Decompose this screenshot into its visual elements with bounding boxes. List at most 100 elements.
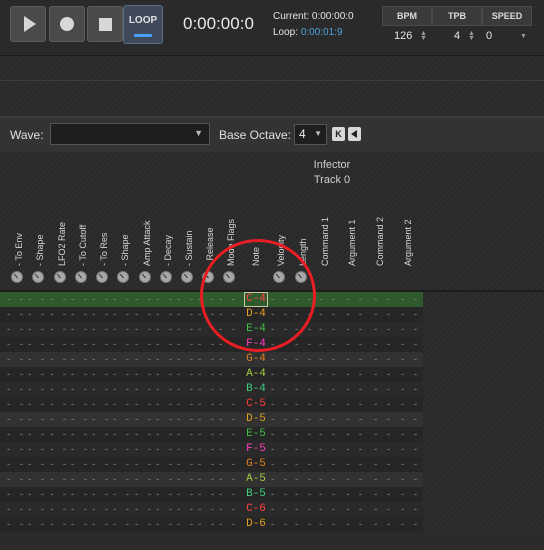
empty-cell[interactable]: - - — [49, 415, 68, 425]
empty-cell[interactable]: - - — [400, 325, 419, 335]
parameter-knob[interactable] — [160, 271, 172, 283]
empty-cell[interactable]: - - — [318, 415, 337, 425]
parameter-knob[interactable] — [75, 271, 87, 283]
pattern-row[interactable]: - -- -- -- -- -- -- -- -- -- -- -- -- --… — [0, 487, 423, 502]
empty-cell[interactable]: - - — [27, 385, 46, 395]
empty-cell[interactable]: - - — [345, 460, 364, 470]
empty-cell[interactable]: - - — [49, 445, 68, 455]
empty-cell[interactable]: - - — [270, 400, 289, 410]
empty-cell[interactable]: - - — [155, 460, 174, 470]
empty-cell[interactable]: - - — [176, 475, 195, 485]
empty-cell[interactable]: - - — [294, 490, 313, 500]
empty-cell[interactable]: - - — [70, 490, 89, 500]
empty-cell[interactable]: - - — [155, 385, 174, 395]
empty-cell[interactable]: - - — [176, 415, 195, 425]
empty-cell[interactable]: - - — [294, 355, 313, 365]
pattern-row[interactable]: - -- -- -- -- -- -- -- -- -- -- -- -- --… — [0, 427, 423, 442]
empty-cell[interactable]: - - — [270, 460, 289, 470]
empty-cell[interactable]: - - — [27, 475, 46, 485]
empty-cell[interactable]: - - — [197, 430, 216, 440]
empty-cell[interactable]: - - — [294, 460, 313, 470]
empty-cell[interactable]: - - — [49, 340, 68, 350]
empty-cell[interactable]: - - — [134, 415, 153, 425]
empty-cell[interactable]: - - — [197, 385, 216, 395]
empty-cell[interactable]: - - — [197, 475, 216, 485]
empty-cell[interactable]: - - — [373, 505, 392, 515]
empty-cell[interactable]: - - — [49, 295, 68, 305]
empty-cell[interactable]: - - — [70, 325, 89, 335]
note-cell[interactable]: C-6 — [244, 502, 268, 517]
empty-cell[interactable]: - - — [318, 460, 337, 470]
empty-cell[interactable]: - - — [27, 310, 46, 320]
empty-cell[interactable]: - - — [373, 340, 392, 350]
empty-cell[interactable]: - - — [373, 385, 392, 395]
empty-cell[interactable]: - - — [218, 355, 237, 365]
empty-cell[interactable]: - - — [6, 370, 25, 380]
empty-cell[interactable]: - - — [345, 505, 364, 515]
empty-cell[interactable]: - - — [134, 325, 153, 335]
empty-cell[interactable]: - - — [6, 475, 25, 485]
empty-cell[interactable]: - - — [176, 400, 195, 410]
empty-cell[interactable]: - - — [155, 355, 174, 365]
empty-cell[interactable]: - - — [91, 520, 110, 530]
empty-cell[interactable]: - - — [197, 445, 216, 455]
empty-cell[interactable]: - - — [270, 475, 289, 485]
empty-cell[interactable]: - - — [27, 340, 46, 350]
empty-cell[interactable]: - - — [49, 385, 68, 395]
empty-cell[interactable]: - - — [6, 460, 25, 470]
empty-cell[interactable]: - - — [112, 490, 131, 500]
empty-cell[interactable]: - - — [345, 520, 364, 530]
empty-cell[interactable]: - - — [134, 400, 153, 410]
empty-cell[interactable]: - - — [91, 505, 110, 515]
empty-cell[interactable]: - - — [155, 445, 174, 455]
empty-cell[interactable]: - - — [6, 490, 25, 500]
empty-cell[interactable]: - - — [373, 520, 392, 530]
empty-cell[interactable]: - - — [134, 520, 153, 530]
empty-cell[interactable]: - - — [91, 370, 110, 380]
empty-cell[interactable]: - - — [218, 460, 237, 470]
pattern-row[interactable]: - -- -- -- -- -- -- -- -- -- -- -- -- --… — [0, 412, 423, 427]
empty-cell[interactable]: - - — [318, 355, 337, 365]
empty-cell[interactable]: - - — [400, 385, 419, 395]
empty-cell[interactable]: - - — [6, 505, 25, 515]
pattern-row[interactable]: - -- -- -- -- -- -- -- -- -- -- -- -- --… — [0, 352, 423, 367]
empty-cell[interactable]: - - — [294, 520, 313, 530]
empty-cell[interactable]: - - — [70, 310, 89, 320]
empty-cell[interactable]: - - — [70, 460, 89, 470]
empty-cell[interactable]: - - — [197, 460, 216, 470]
empty-cell[interactable]: - - — [134, 310, 153, 320]
empty-cell[interactable]: - - — [318, 400, 337, 410]
note-cell[interactable]: B-5 — [244, 487, 268, 502]
empty-cell[interactable]: - - — [197, 490, 216, 500]
empty-cell[interactable]: - - — [218, 430, 237, 440]
empty-cell[interactable]: - - — [400, 415, 419, 425]
empty-cell[interactable]: - - — [27, 415, 46, 425]
empty-cell[interactable]: - - — [112, 430, 131, 440]
base-octave-select[interactable]: 4 ▼ — [294, 124, 327, 145]
empty-cell[interactable]: - - — [155, 340, 174, 350]
empty-cell[interactable]: - - — [70, 475, 89, 485]
empty-cell[interactable]: - - — [176, 355, 195, 365]
empty-cell[interactable]: - - — [345, 475, 364, 485]
empty-cell[interactable]: - - — [49, 505, 68, 515]
empty-cell[interactable]: - - — [345, 340, 364, 350]
empty-cell[interactable]: - - — [176, 295, 195, 305]
pattern-row[interactable]: - -- -- -- -- -- -- -- -- -- -- -- -- --… — [0, 502, 423, 517]
empty-cell[interactable]: - - — [112, 355, 131, 365]
empty-cell[interactable]: - - — [27, 445, 46, 455]
empty-cell[interactable]: - - — [373, 445, 392, 455]
empty-cell[interactable]: - - — [218, 445, 237, 455]
empty-cell[interactable]: - - — [400, 295, 419, 305]
empty-cell[interactable]: - - — [91, 430, 110, 440]
empty-cell[interactable]: - - — [400, 340, 419, 350]
empty-cell[interactable]: - - — [318, 490, 337, 500]
empty-cell[interactable]: - - — [49, 370, 68, 380]
empty-cell[interactable]: - - — [318, 325, 337, 335]
empty-cell[interactable]: - - — [270, 445, 289, 455]
empty-cell[interactable]: - - — [6, 325, 25, 335]
empty-cell[interactable]: - - — [176, 340, 195, 350]
empty-cell[interactable]: - - — [176, 445, 195, 455]
empty-cell[interactable]: - - — [373, 310, 392, 320]
empty-cell[interactable]: - - — [155, 325, 174, 335]
empty-cell[interactable]: - - — [112, 415, 131, 425]
